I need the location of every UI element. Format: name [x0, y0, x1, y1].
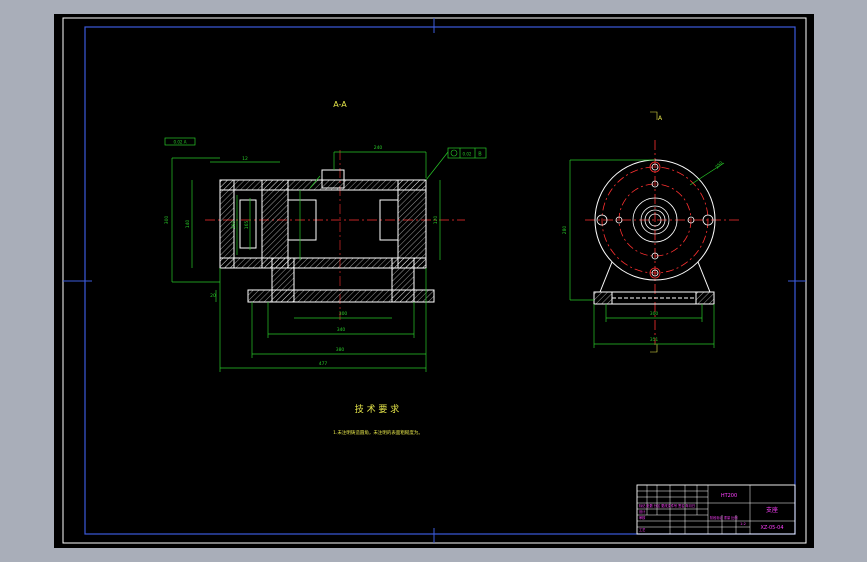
- dim-right-height: 280: [562, 226, 568, 235]
- tolerance-right-text: 0.02: [463, 152, 472, 157]
- title-row-design: 设计: [639, 509, 646, 514]
- title-drawing-name: 支座: [766, 506, 778, 514]
- title-row-process: 工艺: [639, 527, 645, 532]
- datum-letter: B: [478, 152, 482, 158]
- dim-left-a: 12: [242, 156, 248, 162]
- dim-top-span: 240: [374, 145, 383, 151]
- dim-overall-length: 477: [319, 361, 328, 367]
- dim-base-slot: 300: [339, 311, 348, 317]
- dim-side-height: 300: [164, 216, 170, 225]
- cad-viewport: A-A 477 380 340 300 240 300 140 120 12 1…: [0, 0, 867, 562]
- dim-base-inner: 380: [336, 347, 345, 353]
- title-drawing-number: XZ-05-04: [760, 525, 783, 531]
- dim-flange-height: 140: [185, 220, 191, 229]
- title-material: HT200: [721, 493, 737, 499]
- section-label: A-A: [333, 100, 347, 109]
- dim-base-mid: 340: [337, 327, 346, 333]
- dim-right-base: 300: [650, 311, 659, 317]
- title-scale: 1:2: [740, 522, 746, 526]
- dim-right-width: 351: [650, 337, 659, 343]
- title-row-revision: 标记 处数 分区 更改文件号 签名 年月日: [639, 503, 695, 508]
- tolerance-left-text: 0.02 A: [174, 140, 187, 145]
- tech-note: 1.未注明铸造圆角，未注明的表面粗糙度为。: [333, 429, 423, 436]
- dim-bore-diam: 120: [433, 216, 439, 225]
- tech-title: 技 术 要 求: [355, 403, 400, 415]
- dim-left-c: 165: [244, 221, 250, 230]
- drawing-sheet: [54, 14, 814, 548]
- cad-drawing: A-A 477 380 340 300 240 300 140 120 12 1…: [54, 14, 814, 548]
- dim-left-d: 20: [210, 293, 216, 299]
- dim-left-b: 160: [231, 221, 237, 230]
- title-row-review: 审核: [639, 515, 646, 520]
- title-row-stage: 阶段标记 重量 比例: [710, 515, 738, 520]
